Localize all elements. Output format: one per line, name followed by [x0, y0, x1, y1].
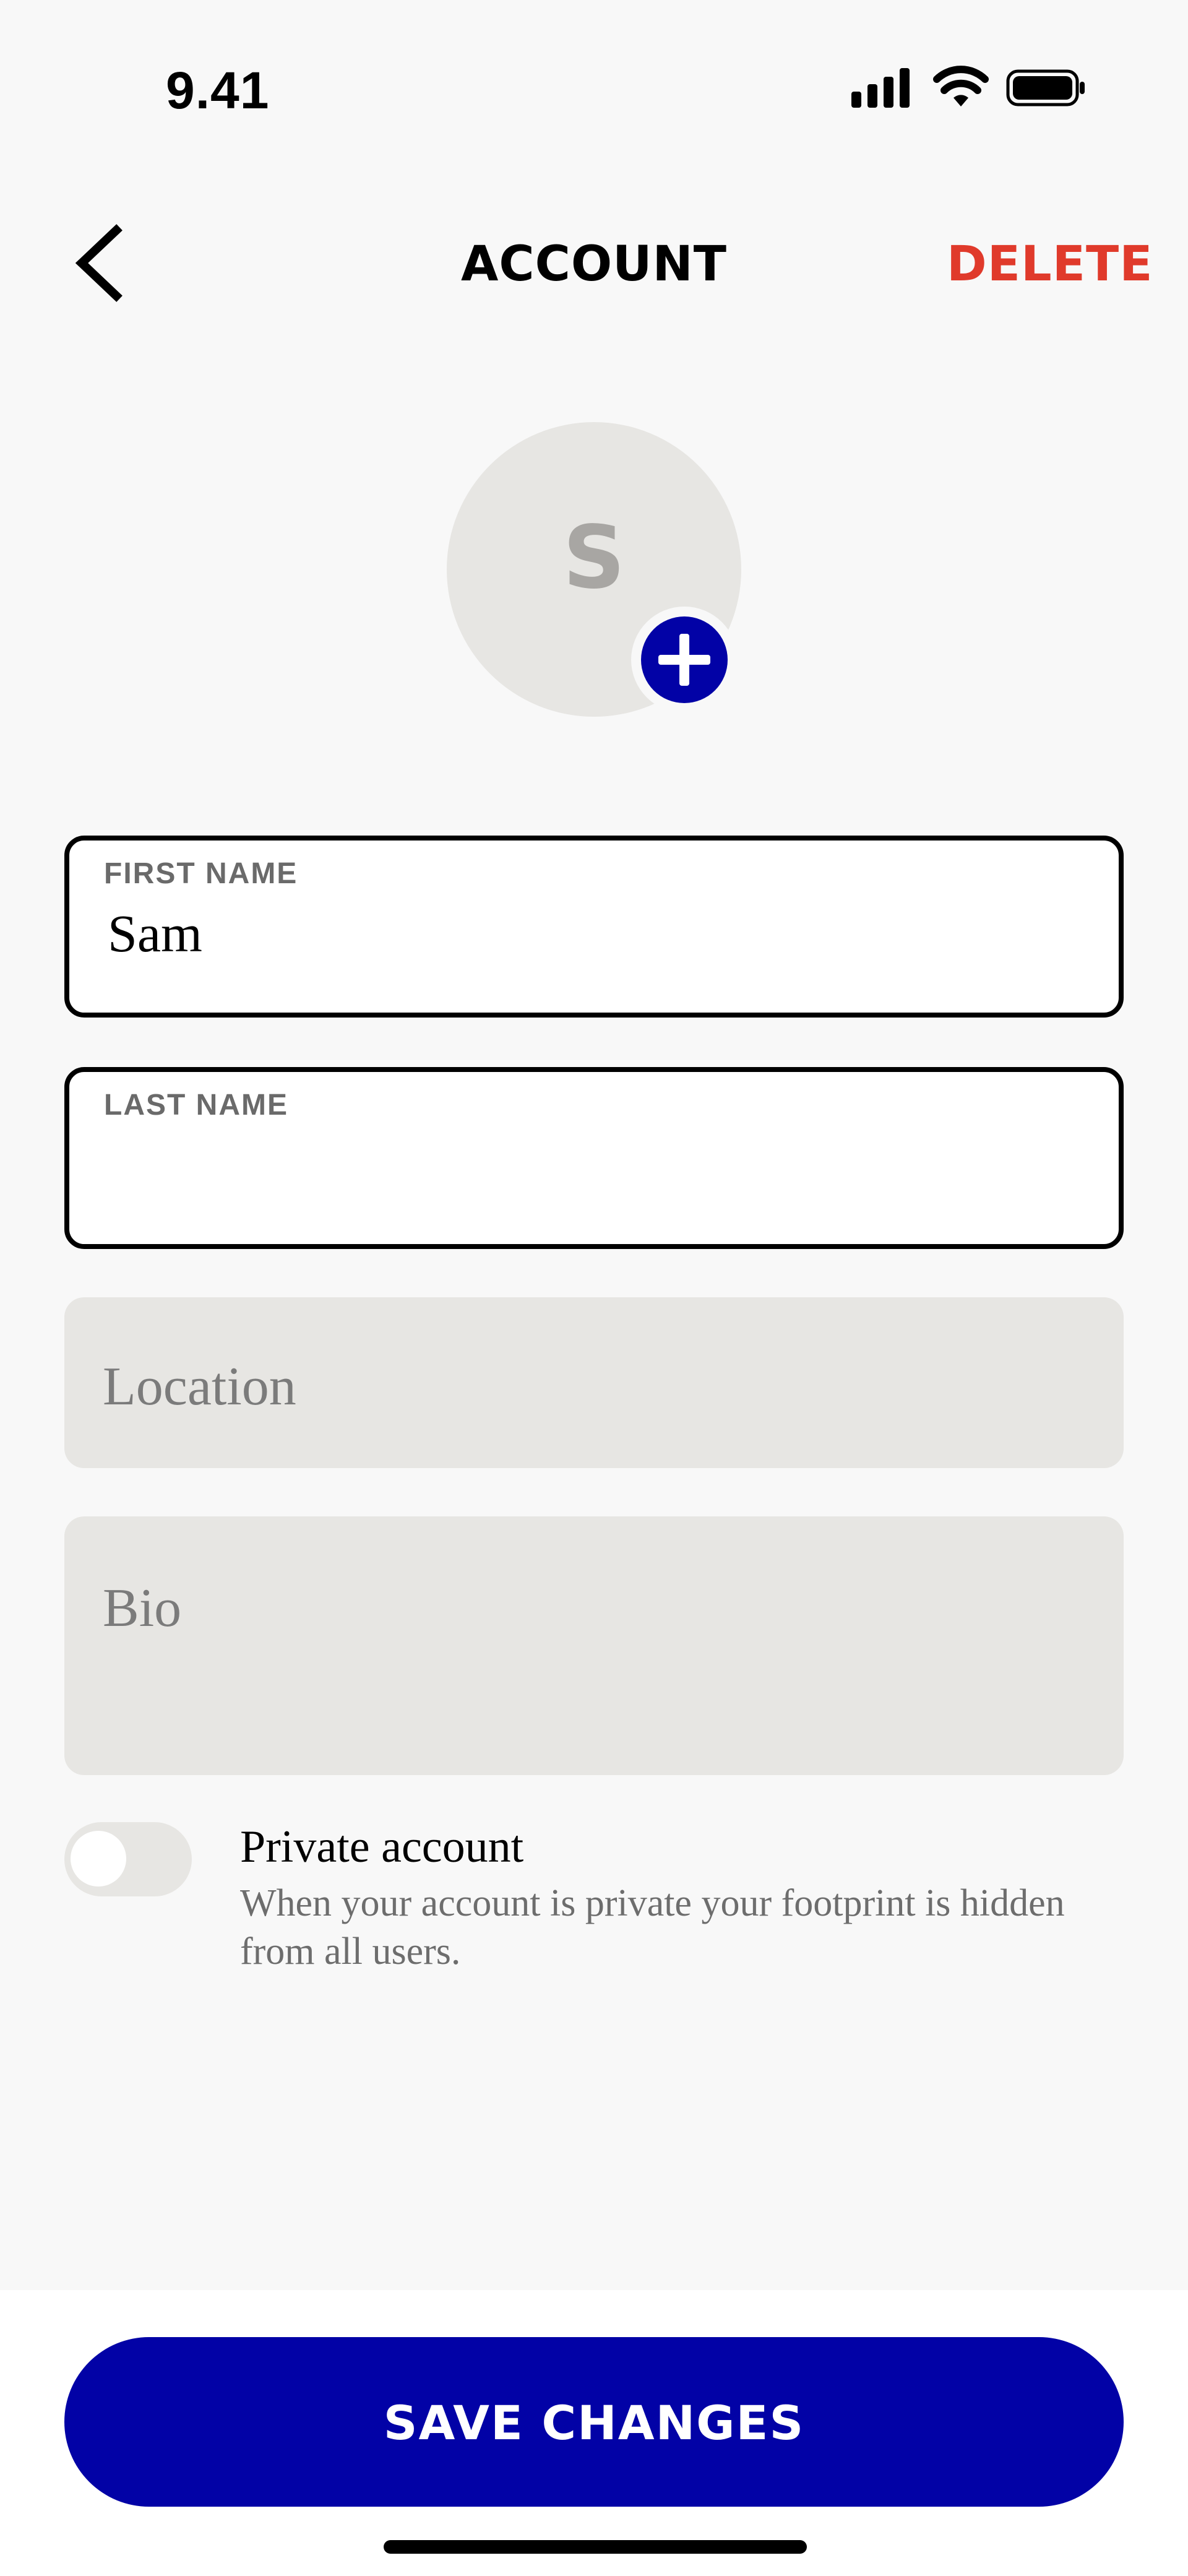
- first-name-field[interactable]: FIRST NAME Sam: [64, 836, 1124, 1018]
- signal-icon: [851, 68, 913, 108]
- status-time: 9.41: [166, 61, 270, 119]
- location-placeholder: Location: [103, 1357, 296, 1417]
- delete-button[interactable]: DELETE: [947, 236, 1153, 292]
- save-changes-label: SAVE CHANGES: [383, 2395, 805, 2450]
- first-name-label: FIRST NAME: [104, 857, 298, 890]
- add-photo-button[interactable]: [631, 607, 738, 713]
- battery-icon: [1006, 69, 1085, 106]
- toggle-knob: [71, 1831, 126, 1887]
- location-input[interactable]: Location: [64, 1297, 1124, 1468]
- private-account-description: When your account is private your footpr…: [240, 1882, 1065, 1973]
- private-account-toggle[interactable]: [64, 1822, 192, 1896]
- home-indicator: [384, 2540, 807, 2554]
- private-account-title: Private account: [240, 1822, 524, 1872]
- plus-circle-icon: [641, 616, 728, 703]
- first-name-value: Sam: [108, 904, 202, 963]
- bio-input[interactable]: Bio: [64, 1516, 1124, 1775]
- wifi-icon: [933, 66, 989, 106]
- bio-placeholder: Bio: [103, 1578, 182, 1638]
- save-changes-button[interactable]: SAVE CHANGES: [64, 2337, 1124, 2507]
- last-name-field[interactable]: LAST NAME: [64, 1067, 1124, 1249]
- last-name-label: LAST NAME: [104, 1089, 288, 1122]
- avatar-initial: S: [562, 508, 626, 608]
